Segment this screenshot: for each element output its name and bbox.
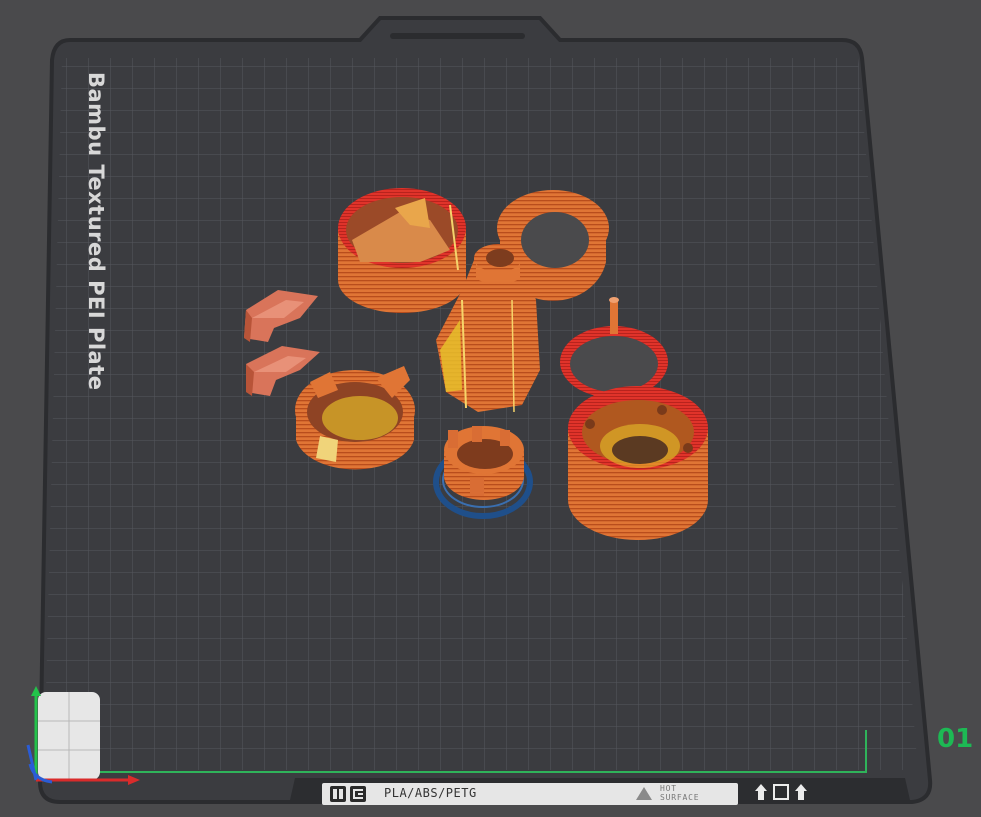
material-label: PLA/ABS/PETG	[384, 786, 477, 800]
plate-lift-icons	[755, 781, 815, 803]
3d-viewport[interactable]	[0, 0, 981, 817]
hot-surface-line2: SURFACE	[660, 793, 700, 802]
plate-label-bar: PLA/ABS/PETG HOT SURFACE	[322, 783, 738, 805]
hot-surface-warning: HOT SURFACE	[636, 783, 736, 805]
plate-name-label: Bambu Textured PEI Plate	[78, 72, 118, 402]
plate-grid	[44, 58, 918, 770]
origin-tile	[38, 692, 100, 780]
square-icon	[773, 784, 789, 800]
part-ring-clip[interactable]	[295, 366, 415, 470]
part-ring-large[interactable]	[338, 188, 466, 314]
printer-logo-icon	[350, 786, 366, 802]
bambu-logo-icon	[330, 786, 346, 802]
hot-surface-line1: HOT	[660, 784, 677, 793]
warning-triangle-icon	[636, 787, 652, 800]
plate-number[interactable]: 01	[937, 724, 973, 754]
up-arrow-icon	[795, 784, 807, 800]
plate-handle	[390, 33, 525, 39]
part-threaded-cylinder[interactable]	[568, 386, 708, 540]
up-arrow-icon	[755, 784, 767, 800]
plate-name-text: Bambu Textured PEI Plate	[84, 72, 108, 391]
